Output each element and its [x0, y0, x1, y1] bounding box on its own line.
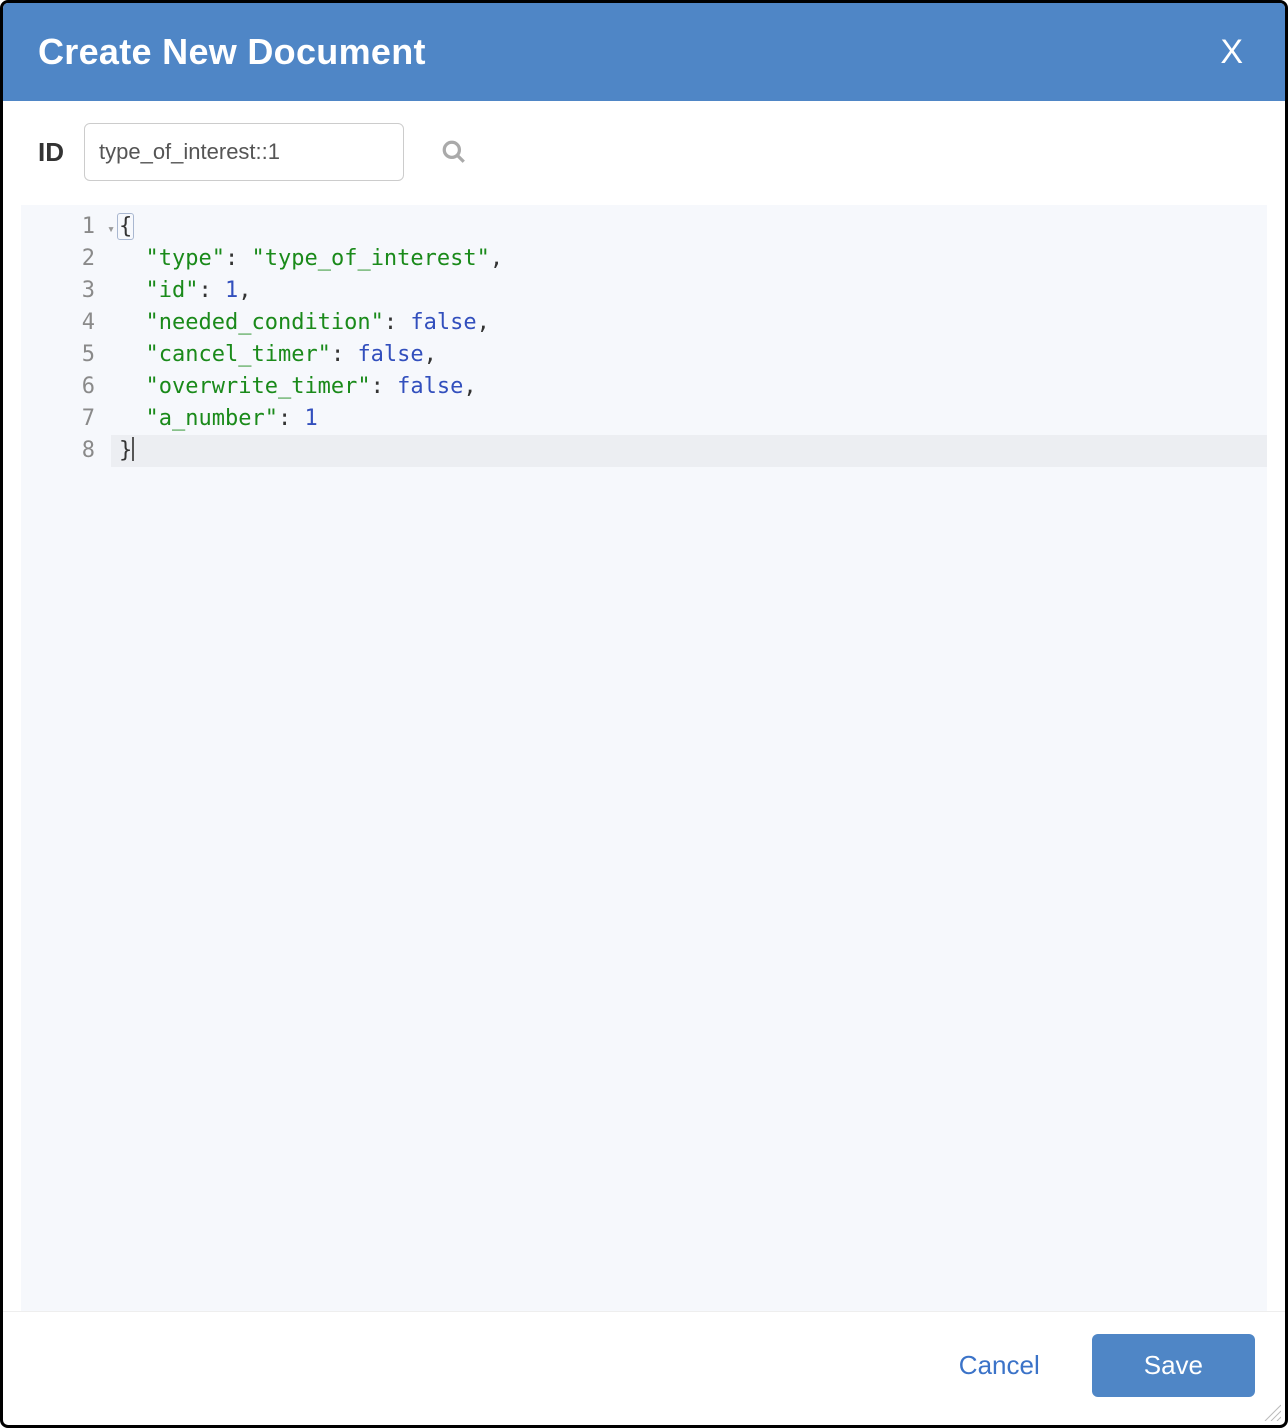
close-button[interactable]: X: [1208, 25, 1255, 80]
line-number: 4: [21, 307, 105, 339]
code-line[interactable]: "id": 1,: [119, 275, 503, 307]
code-line[interactable]: "needed_condition": false,: [119, 307, 503, 339]
modal-title: Create New Document: [38, 31, 426, 73]
line-number: 7: [21, 403, 105, 435]
document-id-input[interactable]: [84, 123, 404, 181]
line-number: 6: [21, 371, 105, 403]
json-editor[interactable]: 1▾2345678 { "type": "type_of_interest", …: [21, 205, 1267, 1311]
code-line[interactable]: "a_number": 1: [119, 403, 503, 435]
cancel-button[interactable]: Cancel: [941, 1340, 1058, 1391]
line-number: 3: [21, 275, 105, 307]
line-number: 2: [21, 243, 105, 275]
cursor-caret: [132, 437, 134, 461]
code-area[interactable]: { "type": "type_of_interest", "id": 1, "…: [111, 205, 503, 1311]
line-number-gutter: 1▾2345678: [21, 205, 111, 1311]
code-line[interactable]: "overwrite_timer": false,: [119, 371, 503, 403]
create-document-modal: Create New Document X ID 1▾2345678 { "ty…: [0, 0, 1288, 1428]
code-line[interactable]: }: [111, 435, 1267, 467]
code-line[interactable]: "type": "type_of_interest",: [119, 243, 503, 275]
id-label: ID: [38, 137, 64, 168]
line-number: 8: [21, 435, 105, 467]
save-button[interactable]: Save: [1092, 1334, 1255, 1397]
modal-header: Create New Document X: [3, 3, 1285, 101]
modal-footer: Cancel Save: [3, 1311, 1285, 1425]
line-number: 5: [21, 339, 105, 371]
search-icon[interactable]: [434, 132, 474, 172]
id-row: ID: [3, 101, 1285, 205]
code-line[interactable]: "cancel_timer": false,: [119, 339, 503, 371]
code-line[interactable]: {: [119, 211, 503, 243]
fold-toggle-icon[interactable]: ▾: [107, 214, 115, 246]
line-number: 1▾: [21, 211, 105, 243]
